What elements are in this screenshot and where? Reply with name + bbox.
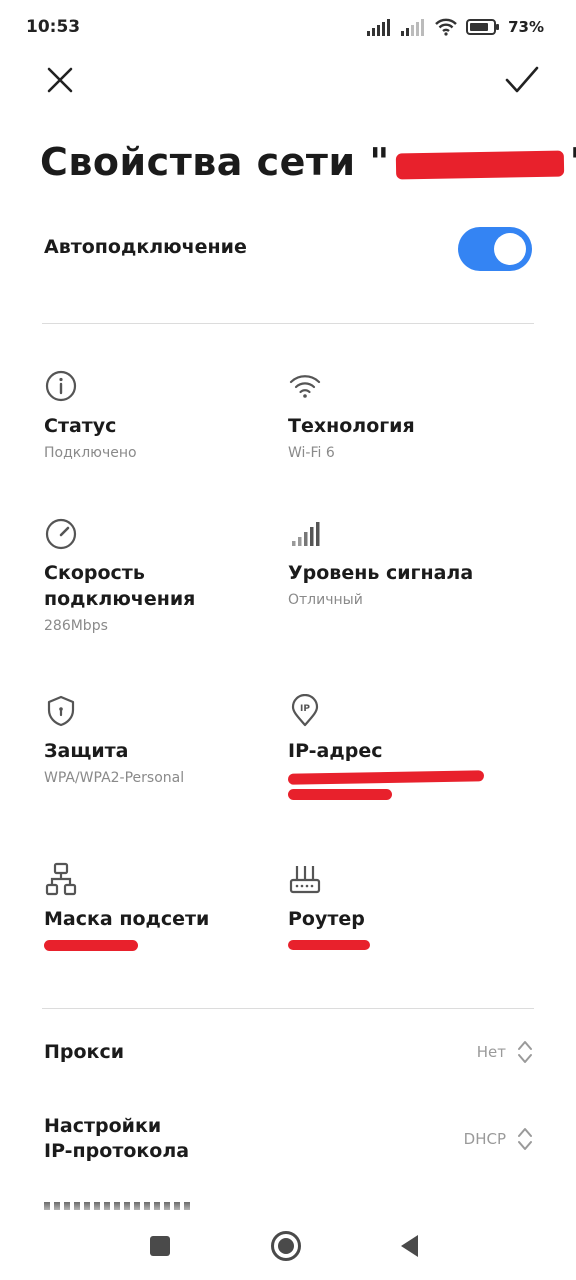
detail-technology: Технология Wi-Fi 6 — [288, 369, 528, 463]
autoconnect-label: Автоподключение — [44, 236, 247, 258]
router-label: Роутер — [288, 908, 365, 930]
speed-value: 286Mbps — [44, 618, 108, 634]
detail-status: Статус Подключено — [44, 369, 284, 463]
svg-text:IP: IP — [300, 704, 310, 714]
router-value-redaction — [288, 940, 370, 950]
security-label: Защита — [44, 740, 129, 762]
detail-router: Роутер — [288, 862, 528, 950]
ip-settings-label: Настройки IP-протокола — [44, 1114, 189, 1164]
title-suffix: " — [570, 140, 576, 184]
ip-settings-row[interactable]: Настройки IP-протокола DHCP — [44, 1113, 534, 1165]
signal-strength-icon — [292, 522, 320, 546]
ip-value-redaction-2 — [288, 789, 392, 800]
signal-label: Уровень сигнала — [288, 562, 474, 584]
signal-sim1-icon — [367, 19, 391, 36]
info-icon — [45, 370, 77, 402]
proxy-row[interactable]: Прокси Нет — [44, 1028, 534, 1076]
shield-icon — [47, 695, 75, 727]
divider — [42, 323, 534, 324]
signal-value: Отличный — [288, 592, 363, 608]
speedometer-icon — [45, 518, 77, 550]
toggle-knob — [494, 233, 526, 265]
confirm-button[interactable] — [498, 56, 546, 104]
detail-ip: IP IP-адрес — [287, 694, 528, 800]
technology-value: Wi-Fi 6 — [288, 445, 335, 461]
router-icon — [289, 866, 321, 894]
detail-subnet: Маска подсети — [44, 862, 284, 951]
status-label: Статус — [44, 415, 117, 437]
security-value: WPA/WPA2-Personal — [44, 770, 185, 786]
ip-value-redaction — [287, 770, 485, 785]
back-button[interactable] — [396, 1232, 424, 1260]
proxy-label: Прокси — [44, 1040, 125, 1063]
checkmark-icon — [505, 66, 539, 93]
page-title: Свойства сети " " — [40, 140, 576, 184]
navigation-bar — [0, 1210, 576, 1280]
proxy-selector[interactable]: Нет — [477, 1038, 534, 1066]
ip-settings-label-line2: IP-протокола — [44, 1140, 190, 1162]
close-icon — [47, 67, 73, 93]
autoconnect-toggle[interactable] — [458, 227, 532, 271]
ip-settings-label-line1: Настройки — [44, 1115, 162, 1137]
signal-sim2-icon — [401, 19, 425, 36]
detail-signal: Уровень сигнала Отличный — [288, 516, 528, 610]
technology-label: Технология — [288, 415, 415, 437]
network-name-redaction — [395, 150, 564, 179]
wifi-status-icon — [435, 18, 457, 36]
detail-security: Защита WPA/WPA2-Personal — [44, 694, 284, 788]
square-icon — [150, 1236, 170, 1256]
ip-label: IP-адрес — [288, 740, 383, 762]
ip-settings-value: DHCP — [463, 1130, 506, 1148]
home-circle-icon — [271, 1231, 301, 1261]
ip-settings-selector[interactable]: DHCP — [464, 1125, 534, 1153]
subnet-label: Маска подсети — [44, 908, 210, 930]
network-topology-icon — [45, 862, 77, 896]
status-icons: 73% — [366, 18, 544, 36]
proxy-value: Нет — [476, 1043, 506, 1061]
status-bar: 10:53 73% — [0, 0, 576, 56]
detail-speed: Скорость подключения 286Mbps — [44, 516, 284, 636]
battery-percent: 73% — [508, 18, 544, 36]
divider-2 — [42, 1008, 534, 1009]
wifi-icon — [289, 375, 321, 398]
battery-icon — [466, 19, 500, 35]
back-triangle-icon — [401, 1235, 418, 1257]
title-prefix: Свойства сети " — [40, 140, 390, 184]
status-value: Подключено — [44, 445, 137, 461]
ip-location-icon: IP — [291, 694, 319, 727]
close-button[interactable] — [36, 56, 84, 104]
status-time: 10:53 — [26, 17, 81, 37]
up-down-chevron-icon — [518, 1128, 532, 1150]
recents-button[interactable] — [146, 1232, 174, 1260]
subnet-value-redaction — [44, 940, 138, 951]
speed-label: Скорость подключения — [44, 562, 196, 610]
up-down-chevron-icon — [518, 1041, 532, 1063]
home-button[interactable] — [269, 1229, 303, 1263]
